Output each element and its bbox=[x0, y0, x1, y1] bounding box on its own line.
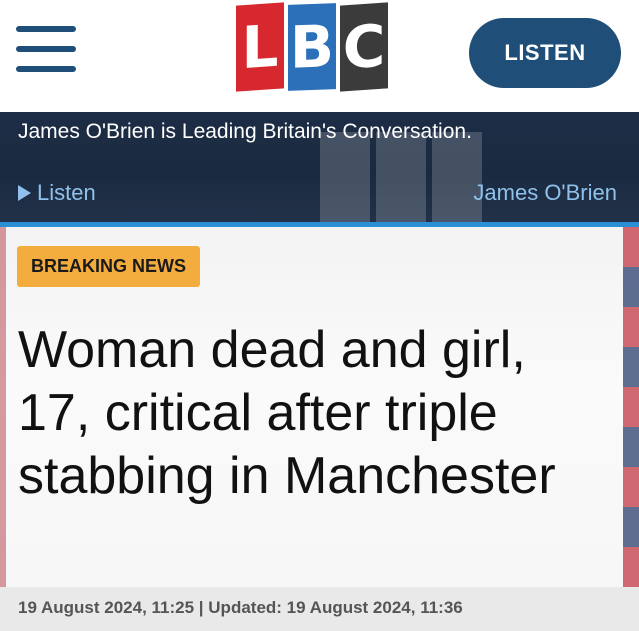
logo-letter-l: L bbox=[236, 2, 284, 92]
logo-letter-c: C bbox=[340, 2, 388, 92]
breaking-news-badge: BREAKING NEWS bbox=[17, 246, 201, 287]
side-decoration-right bbox=[623, 227, 639, 631]
article-timestamp: 19 August 2024, 11:25 | Updated: 19 Augu… bbox=[18, 598, 463, 617]
play-icon bbox=[18, 185, 31, 201]
menu-bar bbox=[16, 66, 76, 72]
menu-bar bbox=[16, 26, 76, 32]
show-listen-label: Listen bbox=[37, 180, 96, 205]
site-header: L B C LISTEN bbox=[0, 0, 639, 112]
presenter-link[interactable]: James O'Brien bbox=[473, 180, 617, 206]
article-meta-bar: 19 August 2024, 11:25 | Updated: 19 Augu… bbox=[0, 587, 639, 631]
menu-bar bbox=[16, 46, 76, 52]
page: L B C LISTEN James O'Brien is Leading Br… bbox=[0, 0, 639, 631]
logo-letter-b: B bbox=[288, 3, 336, 91]
show-tagline: James O'Brien is Leading Britain's Conve… bbox=[18, 120, 472, 143]
hamburger-menu-icon[interactable] bbox=[16, 24, 76, 76]
show-banner[interactable]: James O'Brien is Leading Britain's Conve… bbox=[0, 112, 639, 227]
show-listen-link[interactable]: Listen bbox=[18, 180, 96, 206]
listen-button[interactable]: LISTEN bbox=[469, 18, 621, 88]
lbc-logo[interactable]: L B C bbox=[234, 2, 392, 92]
article: BREAKING NEWS Woman dead and girl, 17, c… bbox=[0, 227, 639, 631]
side-decoration-left bbox=[0, 227, 6, 631]
article-headline: Woman dead and girl, 17, critical after … bbox=[18, 321, 556, 505]
